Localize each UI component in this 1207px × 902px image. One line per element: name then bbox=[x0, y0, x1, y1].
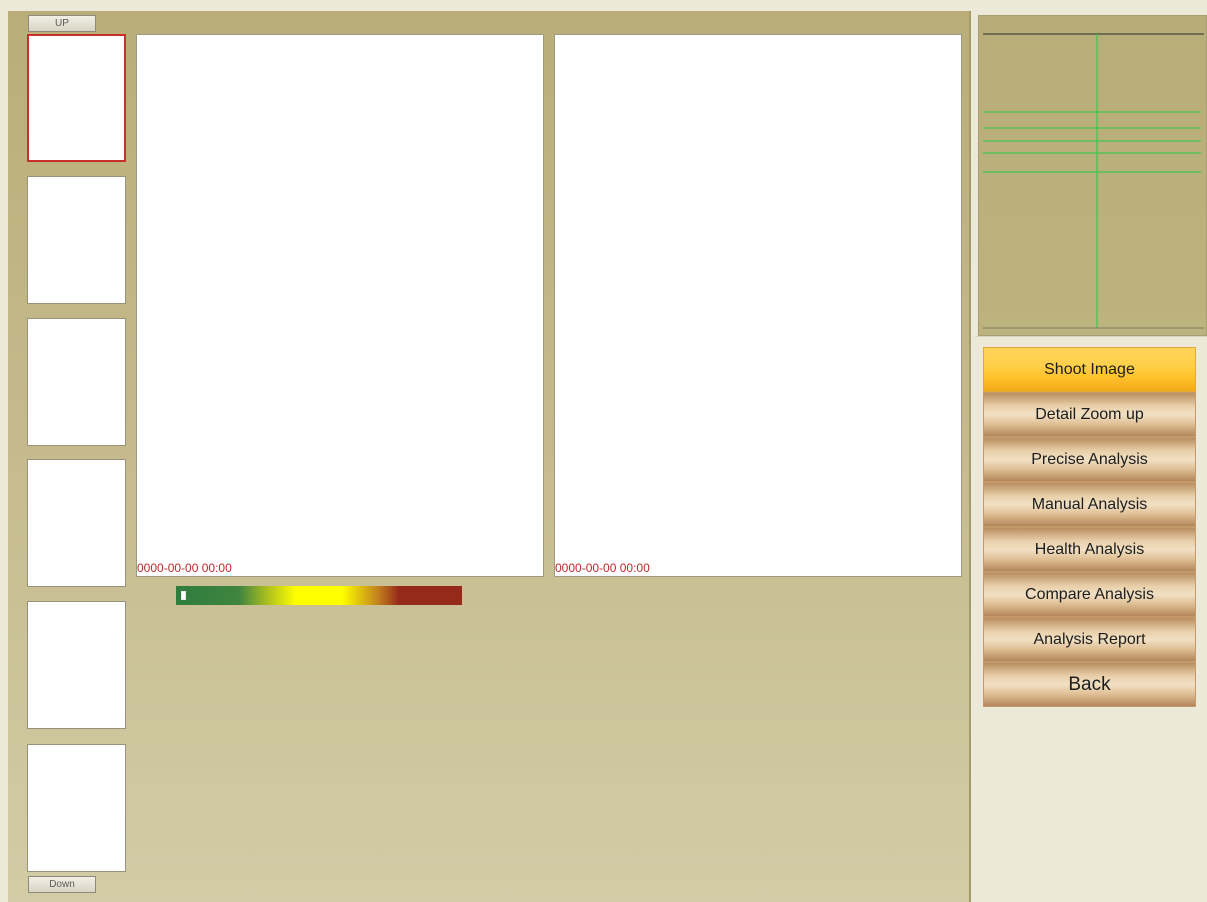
thumbnail-slot-2[interactable] bbox=[27, 176, 126, 304]
manual-analysis-button[interactable]: Manual Analysis bbox=[983, 482, 1196, 527]
action-menu: Shoot Image Detail Zoom up Precise Analy… bbox=[983, 347, 1196, 707]
thumbnail-slot-5[interactable] bbox=[27, 601, 126, 729]
precise-analysis-button[interactable]: Precise Analysis bbox=[983, 437, 1196, 482]
health-analysis-button[interactable]: Health Analysis bbox=[983, 527, 1196, 572]
thumbnail-up-button[interactable]: UP bbox=[28, 15, 96, 32]
image-view-left[interactable]: 0000-00-00 00:00 bbox=[136, 34, 544, 577]
detail-zoom-up-button[interactable]: Detail Zoom up bbox=[983, 392, 1196, 437]
thumbnail-slot-4[interactable] bbox=[27, 459, 126, 587]
preview-crosshair bbox=[983, 33, 1204, 329]
image-view-right[interactable]: 0000-00-00 00:00 bbox=[554, 34, 962, 577]
color-scale-marker[interactable] bbox=[181, 591, 186, 600]
thumbnail-slot-1[interactable] bbox=[27, 34, 126, 162]
timestamp-right: 0000-00-00 00:00 bbox=[555, 561, 650, 575]
thumbnail-down-button[interactable]: Down bbox=[28, 876, 96, 893]
shoot-image-button[interactable]: Shoot Image bbox=[983, 347, 1196, 392]
compare-analysis-button[interactable]: Compare Analysis bbox=[983, 572, 1196, 617]
thumbnail-slot-6[interactable] bbox=[27, 744, 126, 872]
thumbnail-slot-3[interactable] bbox=[27, 318, 126, 446]
timestamp-left: 0000-00-00 00:00 bbox=[137, 561, 232, 575]
main-panel: UP Down 0000-00-00 00:00 0000-00-00 00:0… bbox=[8, 11, 971, 902]
top-strip bbox=[0, 0, 1207, 11]
preview-panel bbox=[978, 15, 1207, 336]
back-button[interactable]: Back bbox=[983, 662, 1196, 707]
right-divider bbox=[975, 336, 1207, 341]
color-scale-bar bbox=[176, 586, 462, 605]
analysis-report-button[interactable]: Analysis Report bbox=[983, 617, 1196, 662]
